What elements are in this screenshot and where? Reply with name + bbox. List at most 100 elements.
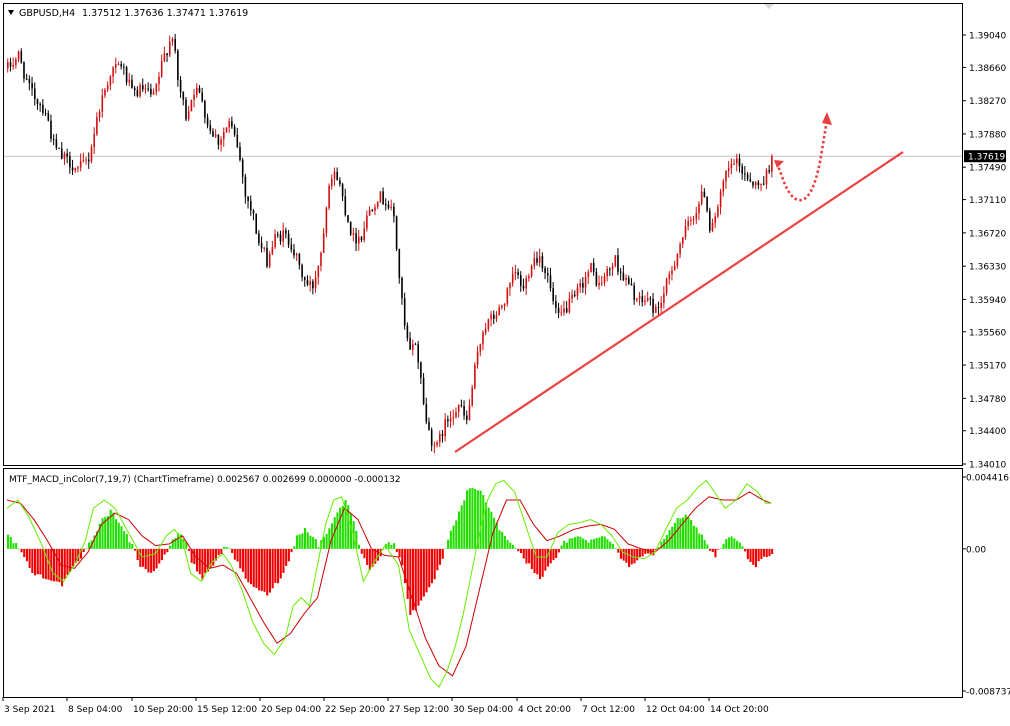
histogram-bar [765, 548, 768, 558]
candle-body [611, 266, 614, 270]
price-axis-tick: 1.35560 [962, 328, 1006, 338]
histogram-bar [9, 536, 12, 549]
histogram-bar [503, 535, 506, 549]
candle-body [228, 121, 230, 128]
histogram-bar [390, 544, 393, 549]
histogram-bar [255, 548, 258, 588]
histogram-bar [314, 539, 317, 549]
candle-body [665, 278, 668, 294]
histogram-bar [536, 548, 539, 575]
histogram-bar [304, 528, 307, 549]
histogram-bar [633, 548, 636, 564]
candle-body [77, 167, 79, 169]
candle-body [50, 120, 52, 139]
histogram-bar [36, 548, 39, 575]
candle-body [101, 95, 104, 112]
histogram-bar [641, 548, 644, 557]
histogram-bar [700, 534, 703, 549]
histogram-bar [603, 536, 606, 549]
candle-body [336, 171, 338, 181]
candle-body [633, 285, 635, 300]
time-axis-label: 7 Oct 12:00 [582, 705, 635, 715]
candle-body [549, 275, 552, 289]
histogram-bar [622, 548, 625, 561]
candle-body [601, 282, 603, 284]
candle-body [368, 209, 371, 216]
candle-body [223, 132, 225, 140]
histogram-bar [131, 544, 134, 549]
candle-body [711, 223, 714, 231]
histogram-bar [266, 548, 269, 596]
indicator-axis-tick: 0.00 [962, 545, 986, 555]
candle-body [152, 92, 155, 95]
histogram-bar [39, 548, 42, 575]
candle-body [158, 76, 160, 85]
price-axis-label: 1.37490 [969, 164, 1006, 174]
histogram-bar [598, 537, 601, 549]
histogram-bar [601, 536, 604, 549]
candle-body [698, 203, 700, 214]
histogram-bar [754, 548, 757, 568]
histogram-bar [106, 516, 109, 549]
candle-body [565, 308, 568, 313]
histogram-bar [117, 522, 120, 549]
trading-chart[interactable]: GBPUSD,H4 1.37512 1.37636 1.37471 1.3761… [0, 0, 1010, 722]
histogram-bar [63, 548, 66, 579]
histogram-bar [563, 540, 566, 549]
candle-body [655, 306, 657, 313]
candle-body [190, 99, 193, 112]
histogram-bar [247, 548, 250, 583]
candle-body [719, 191, 722, 208]
histogram-bar [706, 544, 709, 549]
histogram-bar [687, 517, 690, 549]
candle-body [150, 88, 152, 95]
histogram-bar [217, 548, 220, 556]
price-axis-label: 1.36720 [969, 229, 1006, 239]
candle-body [9, 62, 12, 67]
histogram-bar [263, 548, 266, 592]
histogram-bar [112, 512, 115, 549]
histogram-bar [368, 548, 371, 571]
candle-body [582, 283, 584, 288]
candle-body [482, 332, 484, 345]
candle-body [412, 344, 414, 350]
candle-body [574, 294, 576, 296]
histogram-bar [722, 543, 725, 549]
chart-svg[interactable]: GBPUSD,H4 1.37512 1.37636 1.37471 1.3761… [0, 0, 1010, 722]
candle-body [128, 79, 131, 83]
candle-body [125, 67, 128, 83]
candle-body [584, 276, 587, 288]
candle [614, 255, 617, 268]
histogram-bar [417, 548, 420, 606]
candle-body [684, 226, 687, 238]
candle [255, 213, 257, 235]
candle-body [652, 298, 654, 313]
histogram-bar [196, 548, 199, 572]
candle-body [182, 92, 185, 100]
histogram-bar [592, 539, 595, 549]
candle-body [436, 442, 438, 446]
candle-body [147, 88, 149, 90]
histogram-bar [169, 545, 172, 549]
candle-body [98, 111, 101, 118]
histogram-bar [560, 545, 563, 549]
histogram-bar [306, 532, 309, 549]
candle-body [236, 134, 239, 147]
candle-body [241, 160, 244, 177]
indicator-axis-tick: 0.004416 [962, 474, 1009, 484]
candle-body [352, 233, 355, 235]
candle-body [673, 265, 676, 271]
histogram-bar [449, 530, 452, 549]
histogram-bar [509, 542, 512, 549]
candle [190, 99, 193, 112]
histogram-bar [163, 548, 166, 555]
histogram-bar [414, 548, 417, 611]
histogram-bar [638, 548, 641, 558]
histogram-bar [460, 505, 463, 549]
histogram-bar [466, 490, 469, 549]
histogram-bar [133, 548, 136, 551]
price-axis-tick: 1.34010 [962, 461, 1006, 471]
candle-body [466, 415, 468, 421]
candle-body [198, 87, 201, 93]
histogram-bar [441, 548, 444, 559]
